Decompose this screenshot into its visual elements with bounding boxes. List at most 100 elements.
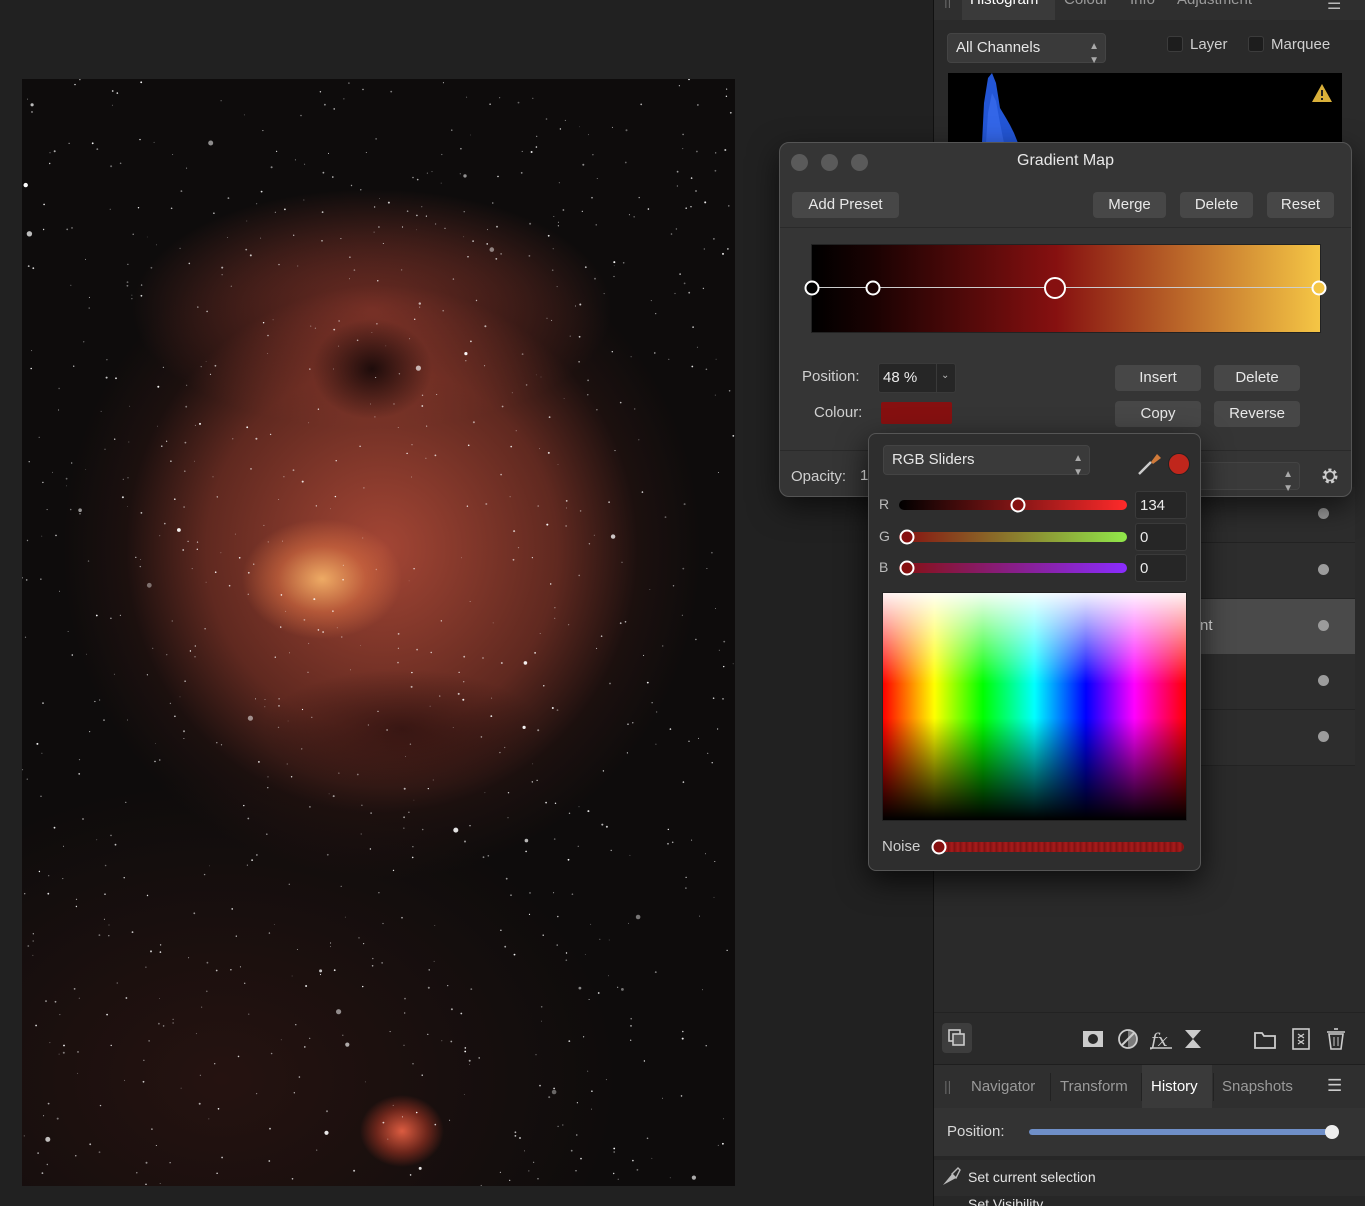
star bbox=[340, 885, 342, 887]
star bbox=[85, 258, 86, 260]
noise-slider[interactable] bbox=[937, 842, 1184, 852]
tab-navigator[interactable]: Navigator bbox=[971, 1078, 1035, 1095]
colour-swatch[interactable] bbox=[881, 402, 952, 424]
grip-icon[interactable]: || bbox=[944, 1078, 951, 1094]
panel-menu-icon[interactable]: ☰ bbox=[1327, 0, 1341, 14]
marquee-checkbox[interactable] bbox=[1248, 36, 1264, 52]
star bbox=[553, 216, 555, 217]
noise-slider-knob[interactable] bbox=[931, 839, 947, 855]
eyedropper-icon[interactable] bbox=[1137, 450, 1163, 476]
blend-mode-select[interactable]: ▲ ▼ bbox=[1195, 462, 1300, 494]
star bbox=[362, 88, 364, 91]
position-label: Position: bbox=[802, 368, 860, 385]
fx-icon[interactable]: fx bbox=[1150, 1028, 1172, 1050]
delete-stop-button[interactable]: Delete bbox=[1214, 365, 1300, 391]
star bbox=[662, 1097, 663, 1099]
folder-icon[interactable] bbox=[1254, 1028, 1276, 1050]
star bbox=[262, 322, 265, 324]
gear-icon[interactable] bbox=[1319, 465, 1341, 487]
trash-icon[interactable] bbox=[1325, 1028, 1347, 1050]
insert-button[interactable]: Insert bbox=[1115, 365, 1201, 391]
star bbox=[374, 416, 376, 418]
star bbox=[115, 377, 117, 380]
star bbox=[186, 384, 188, 386]
star bbox=[278, 705, 280, 707]
star bbox=[58, 409, 60, 411]
b-slider-knob[interactable] bbox=[899, 560, 915, 576]
history-item[interactable]: Set Visibility bbox=[934, 1196, 1365, 1206]
visibility-dot[interactable] bbox=[1318, 564, 1329, 575]
star bbox=[702, 989, 703, 991]
panel-menu-icon[interactable]: ☰ bbox=[1327, 1076, 1342, 1096]
layer-options-button[interactable] bbox=[942, 1023, 972, 1053]
copy-button[interactable]: Copy bbox=[1115, 401, 1201, 427]
tab-adjustment[interactable]: Adjustment bbox=[1177, 0, 1252, 8]
r-slider-knob[interactable] bbox=[1010, 497, 1026, 513]
star bbox=[685, 876, 687, 879]
visibility-dot[interactable] bbox=[1318, 508, 1329, 519]
star bbox=[23, 1135, 25, 1137]
star bbox=[464, 1050, 467, 1053]
tab-info[interactable]: Info bbox=[1130, 0, 1155, 8]
tab-colour[interactable]: Colour bbox=[1064, 0, 1108, 8]
current-colour-swatch[interactable] bbox=[1168, 453, 1190, 475]
history-position-knob[interactable] bbox=[1325, 1125, 1339, 1139]
star bbox=[333, 969, 336, 972]
b-label: B bbox=[879, 559, 889, 575]
visibility-dot[interactable] bbox=[1318, 675, 1329, 686]
star bbox=[227, 197, 230, 199]
star bbox=[499, 1171, 501, 1173]
g-slider-knob[interactable] bbox=[899, 529, 915, 545]
star bbox=[411, 476, 412, 478]
merge-button[interactable]: Merge bbox=[1093, 192, 1166, 218]
mask-icon[interactable] bbox=[1082, 1028, 1104, 1050]
star bbox=[297, 265, 299, 267]
chevron-down-icon[interactable]: ⌄ bbox=[941, 370, 949, 381]
tab-snapshots[interactable]: Snapshots bbox=[1222, 1078, 1293, 1095]
tab-transform[interactable]: Transform bbox=[1060, 1078, 1128, 1095]
g-value-field[interactable]: 0 bbox=[1135, 523, 1187, 551]
tab-history[interactable]: History bbox=[1151, 1078, 1198, 1095]
star bbox=[52, 471, 53, 473]
visibility-dot[interactable] bbox=[1318, 620, 1329, 631]
reset-button[interactable]: Reset bbox=[1267, 192, 1334, 218]
colour-mode-select[interactable]: RGB Sliders ▲ ▼ bbox=[883, 445, 1090, 478]
b-value-field[interactable]: 0 bbox=[1135, 554, 1187, 582]
add-preset-button[interactable]: Add Preset bbox=[792, 192, 899, 218]
tab-histogram[interactable]: Histogram bbox=[970, 0, 1038, 8]
history-position-track[interactable] bbox=[1029, 1129, 1332, 1135]
live-filter-icon[interactable] bbox=[1182, 1028, 1204, 1050]
gradient-stop-selected[interactable] bbox=[1044, 277, 1067, 299]
position-field[interactable]: 48 % ⌄ bbox=[878, 363, 956, 393]
grip-icon[interactable]: || bbox=[944, 0, 951, 8]
star bbox=[187, 540, 189, 543]
star bbox=[613, 1151, 616, 1153]
g-slider[interactable] bbox=[899, 532, 1127, 542]
adjustment-icon[interactable] bbox=[1117, 1028, 1139, 1050]
b-slider[interactable] bbox=[899, 563, 1127, 573]
visibility-dot[interactable] bbox=[1318, 731, 1329, 742]
gradient-stop[interactable] bbox=[1311, 280, 1327, 296]
star bbox=[278, 698, 280, 700]
star bbox=[47, 1102, 50, 1105]
colour-label: Colour: bbox=[814, 404, 863, 421]
star bbox=[646, 681, 649, 684]
r-value-field[interactable]: 134 bbox=[1135, 491, 1187, 519]
add-pixel-layer-icon[interactable] bbox=[1290, 1028, 1312, 1050]
history-item[interactable]: Set current selection bbox=[934, 1160, 1365, 1196]
canvas-image[interactable] bbox=[22, 79, 735, 1186]
star bbox=[361, 804, 363, 806]
layer-checkbox[interactable] bbox=[1167, 36, 1183, 52]
star bbox=[723, 665, 725, 668]
star bbox=[389, 1031, 391, 1033]
warning-icon bbox=[1311, 83, 1333, 108]
star bbox=[682, 133, 684, 136]
star bbox=[528, 913, 531, 916]
gradient-stop[interactable] bbox=[804, 280, 820, 296]
channel-select[interactable]: All Channels ▲ ▼ bbox=[947, 33, 1106, 66]
colour-spectrum[interactable] bbox=[882, 592, 1187, 821]
gradient-stop[interactable] bbox=[865, 280, 881, 296]
star bbox=[643, 1060, 646, 1062]
reverse-button[interactable]: Reverse bbox=[1214, 401, 1300, 427]
delete-preset-button[interactable]: Delete bbox=[1180, 192, 1253, 218]
